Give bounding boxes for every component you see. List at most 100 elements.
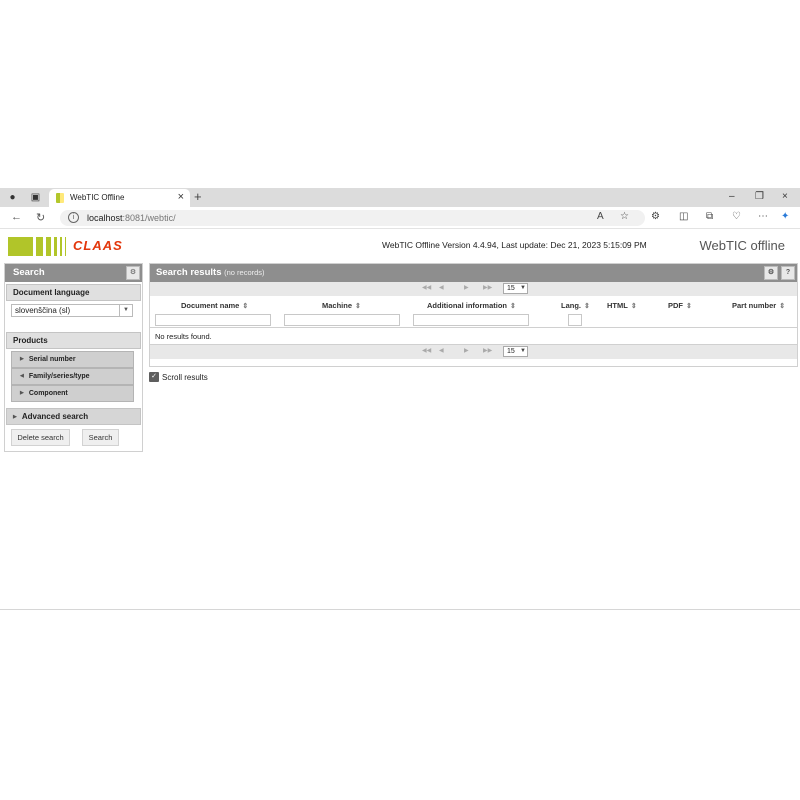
column-language[interactable]: Lang. ⇕ bbox=[561, 301, 590, 310]
scroll-results-checkbox[interactable]: ✓ bbox=[149, 372, 159, 382]
column-machine[interactable]: Machine ⇕ bbox=[322, 301, 361, 310]
document-language-label: Document language bbox=[13, 288, 90, 297]
first-page-icon[interactable]: ◀◀ bbox=[422, 284, 431, 291]
screen: ● ▣ WebTIC Offline × + – ❐ × ← ↻ i local… bbox=[0, 0, 800, 800]
advanced-search-toggle[interactable]: ▶ Advanced search bbox=[6, 408, 141, 425]
results-filter-row bbox=[150, 313, 797, 328]
tab-webtic-offline[interactable]: WebTIC Offline × bbox=[49, 189, 190, 207]
restore-icon[interactable]: ❐ bbox=[755, 191, 764, 202]
no-results-message: No results found. bbox=[150, 328, 797, 345]
last-page-icon[interactable]: ▶▶ bbox=[483, 347, 492, 354]
window-close-icon[interactable]: × bbox=[782, 191, 788, 202]
product-family-series-type[interactable]: ◀ Family/series/type bbox=[11, 368, 134, 385]
filter-additional-information-input[interactable] bbox=[413, 314, 529, 326]
product-item-label: Family/series/type bbox=[28, 373, 90, 380]
more-menu-icon[interactable]: ⋯ bbox=[758, 211, 768, 222]
page-size-value: 15 bbox=[507, 348, 515, 355]
document-language-section: Document language bbox=[6, 284, 141, 301]
sort-icon: ⇕ bbox=[510, 303, 516, 310]
version-info: WebTIC Offline Version 4.4.94, Last upda… bbox=[382, 240, 647, 250]
column-document-name[interactable]: Document name ⇕ bbox=[181, 301, 248, 310]
tab-title: WebTIC Offline bbox=[70, 193, 125, 202]
column-additional-information[interactable]: Additional information ⇕ bbox=[427, 301, 516, 310]
page-header: CLAAS WebTIC Offline Version 4.4.94, Las… bbox=[0, 229, 800, 263]
page-size-select[interactable]: 15 ▼ bbox=[503, 283, 528, 294]
sort-icon: ⇕ bbox=[355, 303, 361, 310]
last-page-icon[interactable]: ▶▶ bbox=[483, 284, 492, 291]
chevron-down-icon[interactable]: ▼ bbox=[119, 305, 132, 316]
results-panel: Search results (no records) ⚙ ? ◀◀ ◀ ▶ ▶… bbox=[149, 263, 798, 367]
site-info-icon[interactable]: i bbox=[68, 212, 79, 223]
help-icon[interactable]: ? bbox=[781, 266, 795, 280]
pager-bottom: ◀◀ ◀ ▶ ▶▶ 15 ▼ bbox=[150, 345, 797, 359]
scroll-results-label: Scroll results bbox=[162, 373, 208, 382]
url-field[interactable]: i localhost:8081/webtic/ bbox=[60, 210, 645, 226]
products-section: Products bbox=[6, 332, 141, 349]
read-aloud-icon[interactable]: A bbox=[597, 211, 604, 222]
prev-page-icon[interactable]: ◀ bbox=[439, 347, 444, 354]
expand-arrow-icon: ▶ bbox=[20, 356, 24, 362]
collections-icon[interactable]: ⧉ bbox=[706, 211, 713, 222]
page-size-value: 15 bbox=[507, 285, 515, 292]
tab-strip: ● ▣ WebTIC Offline × + – ❐ × bbox=[0, 188, 800, 207]
filter-language-input[interactable] bbox=[568, 314, 582, 326]
sort-icon: ⇕ bbox=[779, 303, 786, 310]
sort-icon: ⇕ bbox=[630, 303, 637, 310]
back-icon[interactable]: ← bbox=[11, 211, 22, 223]
product-component[interactable]: ▶ Component bbox=[11, 385, 134, 402]
product-item-label: Component bbox=[28, 390, 68, 397]
results-title: Search results bbox=[156, 267, 222, 278]
new-tab-icon[interactable]: + bbox=[194, 189, 202, 204]
expand-arrow-icon: ▶ bbox=[13, 414, 17, 420]
column-part-number[interactable]: Part number ⇕ bbox=[732, 301, 785, 310]
language-select-value: slovenščina (sl) bbox=[15, 306, 71, 315]
browser-essentials-icon[interactable]: ♡ bbox=[732, 211, 741, 222]
profile-icon[interactable]: ● bbox=[6, 191, 19, 204]
search-panel-title: Search bbox=[13, 267, 45, 278]
minimize-icon[interactable]: – bbox=[729, 191, 735, 202]
search-button[interactable]: Search bbox=[82, 429, 119, 446]
next-page-icon[interactable]: ▶ bbox=[464, 284, 469, 291]
search-panel-header: Search ⚙ bbox=[5, 264, 142, 282]
prev-page-icon[interactable]: ◀ bbox=[439, 284, 444, 291]
refresh-icon[interactable]: ↻ bbox=[36, 211, 45, 224]
webtic-favicon-icon bbox=[56, 193, 64, 203]
collapse-arrow-icon: ◀ bbox=[20, 373, 24, 379]
favorite-star-icon[interactable]: ☆ bbox=[620, 211, 629, 222]
chevron-down-icon: ▼ bbox=[520, 348, 526, 354]
tab-close-icon[interactable]: × bbox=[178, 191, 184, 203]
column-pdf[interactable]: PDF ⇕ bbox=[668, 301, 692, 310]
column-html[interactable]: HTML ⇕ bbox=[607, 301, 637, 310]
extensions-icon[interactable]: ⚙ bbox=[651, 211, 660, 222]
delete-search-button[interactable]: Delete search bbox=[11, 429, 70, 446]
search-settings-icon[interactable]: ⚙ bbox=[126, 266, 140, 280]
search-panel: Search ⚙ Document language slovenščina (… bbox=[4, 263, 143, 452]
results-settings-icon[interactable]: ⚙ bbox=[764, 266, 778, 280]
tab-actions-icon[interactable]: ▣ bbox=[29, 191, 42, 204]
products-label: Products bbox=[13, 336, 48, 345]
browser-window: ● ▣ WebTIC Offline × + – ❐ × ← ↻ i local… bbox=[0, 188, 800, 610]
language-select[interactable]: slovenščina (sl) ▼ bbox=[11, 304, 133, 317]
claas-logo: CLAAS bbox=[73, 238, 123, 253]
advanced-search-label: Advanced search bbox=[21, 412, 89, 421]
url-text: localhost:8081/webtic/ bbox=[87, 213, 176, 223]
sort-icon: ⇕ bbox=[686, 303, 692, 310]
page-size-select[interactable]: 15 ▼ bbox=[503, 346, 528, 357]
claas-logo-bars-icon bbox=[8, 237, 68, 256]
webtic-brand: WebTIC offline bbox=[699, 238, 785, 253]
results-panel-header: Search results (no records) ⚙ ? bbox=[150, 264, 797, 282]
chevron-down-icon: ▼ bbox=[520, 285, 526, 291]
split-screen-icon[interactable]: ◫ bbox=[679, 211, 688, 222]
sort-icon: ⇕ bbox=[584, 303, 590, 310]
next-page-icon[interactable]: ▶ bbox=[464, 347, 469, 354]
first-page-icon[interactable]: ◀◀ bbox=[422, 347, 431, 354]
results-column-headers: Document name ⇕ Machine ⇕ Additional infor… bbox=[150, 296, 797, 313]
copilot-icon[interactable]: ✦ bbox=[781, 211, 789, 222]
filter-document-name-input[interactable] bbox=[155, 314, 271, 326]
sort-icon: ⇕ bbox=[242, 303, 249, 310]
address-bar: ← ↻ i localhost:8081/webtic/ A ☆ ⚙ ◫ ⧉ ♡… bbox=[0, 207, 800, 229]
expand-arrow-icon: ▶ bbox=[20, 390, 24, 396]
filter-machine-input[interactable] bbox=[284, 314, 400, 326]
product-serial-number[interactable]: ▶ Serial number bbox=[11, 351, 134, 368]
pager-top: ◀◀ ◀ ▶ ▶▶ 15 ▼ bbox=[150, 282, 797, 296]
